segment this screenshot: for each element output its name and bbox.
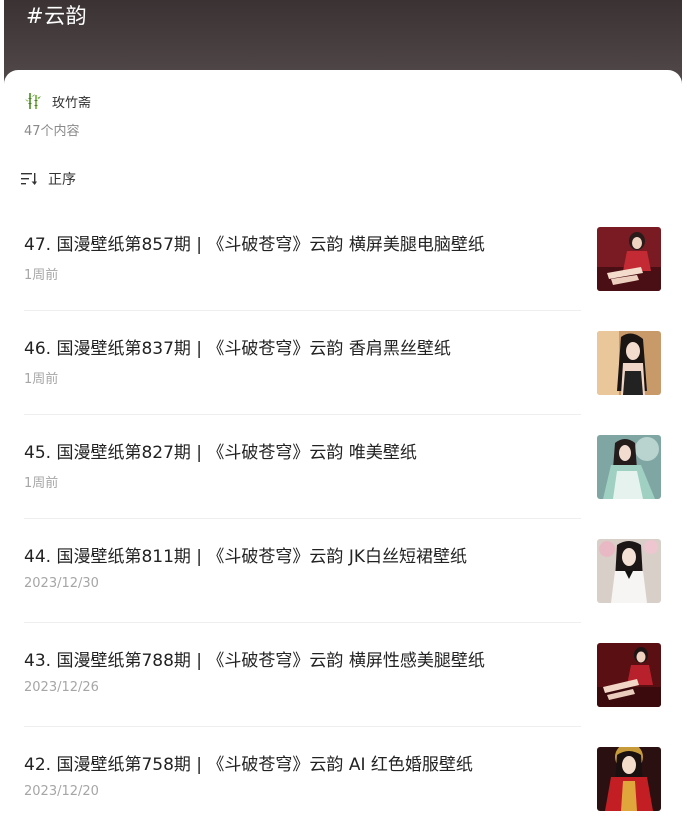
article-list: 47. 国漫壁纸第857期 | 《斗破苍穹》云韵 横屏美腿电脑壁纸 1周前 46… (4, 214, 682, 827)
list-item[interactable]: 47. 国漫壁纸第857期 | 《斗破苍穹》云韵 横屏美腿电脑壁纸 1周前 (4, 214, 682, 318)
divider (24, 310, 581, 311)
sort-icon (21, 173, 37, 185)
list-item[interactable]: 45. 国漫壁纸第827期 | 《斗破苍穹》云韵 唯美壁纸 1周前 (4, 422, 682, 526)
divider (24, 518, 581, 519)
page: #云韵 玫竹斋 47个内容 正序 47. 国漫壁纸第857期 | 《斗破苍穹》云… (0, 0, 687, 827)
list-item[interactable]: 42. 国漫壁纸第758期 | 《斗破苍穹》云韵 AI 红色婚服壁纸 2023/… (4, 734, 682, 827)
item-date: 1周前 (24, 372, 59, 387)
sort-button[interactable]: 正序 (21, 169, 76, 189)
list-item[interactable]: 46. 国漫壁纸第837期 | 《斗破苍穹》云韵 香肩黑丝壁纸 1周前 (4, 318, 682, 422)
thumbnail-image[interactable] (597, 539, 661, 603)
thumbnail-image[interactable] (597, 747, 661, 811)
divider (24, 622, 581, 623)
item-title[interactable]: 45. 国漫壁纸第827期 | 《斗破苍穹》云韵 唯美壁纸 (24, 440, 579, 466)
thumbnail-image[interactable] (597, 227, 661, 291)
list-item[interactable]: 44. 国漫壁纸第811期 | 《斗破苍穹》云韵 JK白丝短裙壁纸 2023/1… (4, 526, 682, 630)
author-name: 玫竹斋 (52, 95, 92, 111)
divider (24, 414, 581, 415)
item-date: 2023/12/30 (24, 576, 99, 591)
item-date: 1周前 (24, 476, 59, 491)
bamboo-avatar-icon (25, 93, 41, 109)
list-item[interactable]: 43. 国漫壁纸第788期 | 《斗破苍穹》云韵 横屏性感美腿壁纸 2023/1… (4, 630, 682, 734)
author-info[interactable]: 玫竹斋 (24, 90, 91, 112)
divider (24, 726, 581, 727)
item-date: 2023/12/20 (24, 784, 99, 799)
thumbnail-image[interactable] (597, 435, 661, 499)
content-card: 玫竹斋 47个内容 正序 47. 国漫壁纸第857期 | 《斗破苍穹》云韵 横屏… (4, 70, 682, 827)
sort-label: 正序 (48, 172, 76, 188)
item-title[interactable]: 44. 国漫壁纸第811期 | 《斗破苍穹》云韵 JK白丝短裙壁纸 (24, 544, 579, 570)
item-title[interactable]: 47. 国漫壁纸第857期 | 《斗破苍穹》云韵 横屏美腿电脑壁纸 (24, 232, 579, 258)
item-date: 2023/12/26 (24, 680, 99, 695)
thumbnail-image[interactable] (597, 643, 661, 707)
item-title[interactable]: 43. 国漫壁纸第788期 | 《斗破苍穹》云韵 横屏性感美腿壁纸 (24, 648, 579, 674)
page-title: #云韵 (26, 4, 88, 28)
thumbnail-image[interactable] (597, 331, 661, 395)
item-date: 1周前 (24, 268, 59, 283)
content-count: 47个内容 (24, 124, 80, 139)
item-title[interactable]: 46. 国漫壁纸第837期 | 《斗破苍穹》云韵 香肩黑丝壁纸 (24, 336, 579, 362)
item-title[interactable]: 42. 国漫壁纸第758期 | 《斗破苍穹》云韵 AI 红色婚服壁纸 (24, 752, 579, 778)
